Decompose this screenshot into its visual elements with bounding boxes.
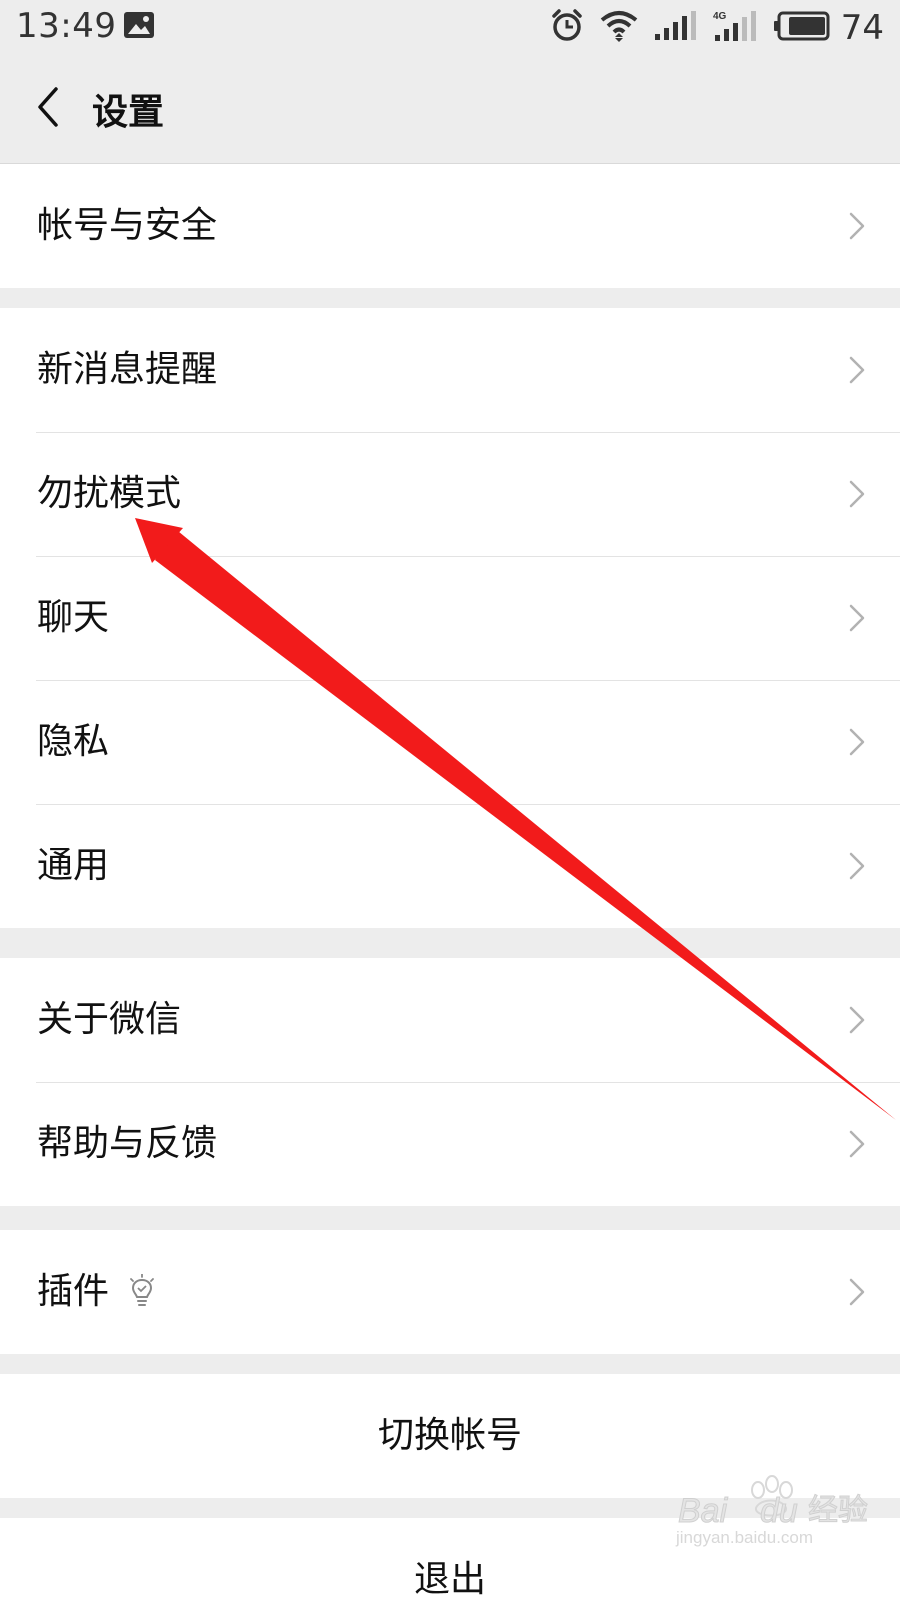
signal-icon <box>653 10 699 46</box>
settings-item-help-feedback[interactable]: 帮助与反馈 <box>0 1082 900 1206</box>
settings-item-label: 帮助与反馈 <box>37 1123 218 1164</box>
settings-item-plugins[interactable]: 插件 <box>0 1230 900 1354</box>
back-button[interactable] <box>20 77 76 141</box>
chevron-right-icon <box>848 211 866 245</box>
settings-item-general[interactable]: 通用 <box>0 804 900 928</box>
top-nav-bar: 设置 <box>0 55 900 164</box>
settings-item-label: 隐私 <box>37 721 110 762</box>
wifi-icon <box>599 9 639 47</box>
settings-item-label: 聊天 <box>37 597 110 638</box>
chevron-right-icon <box>848 851 866 885</box>
settings-item-label: 插件 <box>37 1271 110 1312</box>
settings-item-label: 帐号与安全 <box>37 205 218 246</box>
status-bar: 13:49 4G 74 <box>0 0 900 55</box>
gallery-icon <box>123 11 155 43</box>
alarm-icon <box>549 8 585 48</box>
svg-text:Bai: Bai <box>678 1492 729 1530</box>
settings-item-privacy[interactable]: 隐私 <box>0 680 900 804</box>
settings-group-about: 关于微信 帮助与反馈 <box>0 958 900 1206</box>
watermark-url: jingyan.baidu.com <box>676 1528 814 1547</box>
chevron-right-icon <box>848 1005 866 1039</box>
svg-text:du: du <box>760 1492 798 1530</box>
settings-group-account: 帐号与安全 <box>0 164 900 288</box>
settings-item-chat[interactable]: 聊天 <box>0 556 900 680</box>
battery-icon <box>773 11 831 45</box>
settings-screen: 13:49 4G 74 设置 帐号与安全 新消息提醒 勿扰模式 聊天 隐私 通用… <box>0 0 900 1600</box>
settings-item-label: 勿扰模式 <box>37 473 182 514</box>
chevron-right-icon <box>848 355 866 389</box>
settings-item-new-message-alerts[interactable]: 新消息提醒 <box>0 308 900 432</box>
chevron-right-icon <box>848 479 866 513</box>
chevron-left-icon <box>34 85 62 133</box>
settings-item-label: 关于微信 <box>37 999 182 1040</box>
settings-group-general: 新消息提醒 勿扰模式 聊天 隐私 通用 <box>0 308 900 928</box>
lightbulb-icon <box>128 1273 156 1312</box>
battery-level: 74 <box>840 8 884 48</box>
network-label: 4G <box>713 11 727 22</box>
settings-item-about-wechat[interactable]: 关于微信 <box>0 958 900 1082</box>
chevron-right-icon <box>848 1129 866 1163</box>
settings-item-label: 通用 <box>37 845 110 886</box>
chevron-right-icon <box>848 603 866 637</box>
settings-group-plugins: 插件 <box>0 1230 900 1354</box>
svg-text:经验: 经验 <box>808 1493 868 1528</box>
page-title: 设置 <box>92 92 165 133</box>
settings-item-account-security[interactable]: 帐号与安全 <box>0 164 900 288</box>
signal-4g-icon: 4G <box>713 9 759 47</box>
status-icons: 4G 74 <box>549 6 884 50</box>
status-time: 13:49 <box>16 6 117 46</box>
chevron-right-icon <box>848 1277 866 1311</box>
settings-item-label: 新消息提醒 <box>37 349 218 390</box>
settings-item-do-not-disturb[interactable]: 勿扰模式 <box>0 432 900 556</box>
chevron-right-icon <box>848 727 866 761</box>
